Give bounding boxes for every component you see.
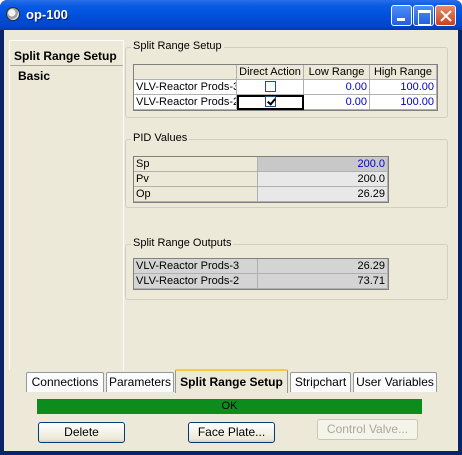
high-range-value[interactable]: 100.00 xyxy=(370,95,437,110)
header-high-range[interactable]: High Range xyxy=(370,65,437,80)
op-value: 26.29 xyxy=(258,187,388,202)
row-name: Sp xyxy=(134,157,258,172)
row-name: VLV-Reactor Prods-3 xyxy=(134,259,258,274)
output-value: 73.71 xyxy=(258,274,388,289)
row-name: VLV-Reactor Prods-2 xyxy=(134,95,237,110)
split-range-grid: Direct Action Low Range High Range VLV-R… xyxy=(133,64,438,111)
nav-item-basic[interactable]: Basic xyxy=(18,69,50,83)
row-name: VLV-Reactor Prods-3 xyxy=(134,80,237,95)
output-value: 26.29 xyxy=(258,259,388,274)
page-nav: Split Range Setup Basic xyxy=(9,40,124,370)
pid-values-group: PID Values Sp 200.0 Pv 200.0 Op 26.29 xyxy=(125,132,448,208)
row-name: Pv xyxy=(134,172,258,187)
split-range-outputs-grid: VLV-Reactor Prods-3 26.29 VLV-Reactor Pr… xyxy=(133,258,389,290)
nav-title: Split Range Setup xyxy=(14,49,117,63)
face-plate-button[interactable]: Face Plate... xyxy=(188,422,275,443)
header-direct-action[interactable]: Direct Action xyxy=(237,65,304,80)
tab-user-variables[interactable]: User Variables xyxy=(353,372,437,392)
control-valve-button: Control Valve... xyxy=(317,419,418,440)
row-name: VLV-Reactor Prods-2 xyxy=(134,274,258,289)
nav-divider xyxy=(10,65,123,66)
tab-split-range-setup[interactable]: Split Range Setup xyxy=(175,369,288,393)
direct-action-checkbox[interactable] xyxy=(264,81,276,92)
tab-parameters[interactable]: Parameters xyxy=(106,372,174,392)
pid-values-grid: Sp 200.0 Pv 200.0 Op 26.29 xyxy=(133,156,389,203)
window-title: op-100 xyxy=(26,7,68,22)
pid-values-label: PID Values xyxy=(131,132,190,144)
tab-connections[interactable]: Connections xyxy=(26,372,104,392)
header-name xyxy=(134,65,237,80)
sp-value[interactable]: 200.0 xyxy=(258,157,388,172)
split-range-setup-group: Split Range Setup Direct Action Low Rang… xyxy=(125,40,448,118)
direct-action-cell[interactable] xyxy=(237,95,304,110)
header-low-range[interactable]: Low Range xyxy=(304,65,370,80)
pv-value: 200.0 xyxy=(258,172,388,187)
delete-button[interactable]: Delete xyxy=(38,422,125,443)
status-bar: OK xyxy=(37,399,422,414)
app-icon[interactable] xyxy=(6,7,20,21)
close-button[interactable] xyxy=(435,5,456,26)
row-name: Op xyxy=(134,187,258,202)
split-range-outputs-label: Split Range Outputs xyxy=(131,237,234,249)
tab-stripchart[interactable]: Stripchart xyxy=(290,372,351,392)
split-range-outputs-group: Split Range Outputs VLV-Reactor Prods-3 … xyxy=(125,237,448,300)
maximize-button[interactable] xyxy=(413,5,434,26)
high-range-value[interactable]: 100.00 xyxy=(370,80,437,95)
minimize-button[interactable] xyxy=(391,5,412,26)
window-client: Split Range Setup Basic Split Range Setu… xyxy=(4,30,458,451)
window: op-100 Split Range Setup Basic Split Ran… xyxy=(0,0,462,455)
low-range-value[interactable]: 0.00 xyxy=(304,95,370,110)
direct-action-checkbox[interactable] xyxy=(264,96,276,107)
low-range-value[interactable]: 0.00 xyxy=(304,80,370,95)
split-range-setup-label: Split Range Setup xyxy=(131,40,224,52)
title-bar[interactable]: op-100 xyxy=(0,0,462,30)
direct-action-cell[interactable] xyxy=(237,80,304,95)
